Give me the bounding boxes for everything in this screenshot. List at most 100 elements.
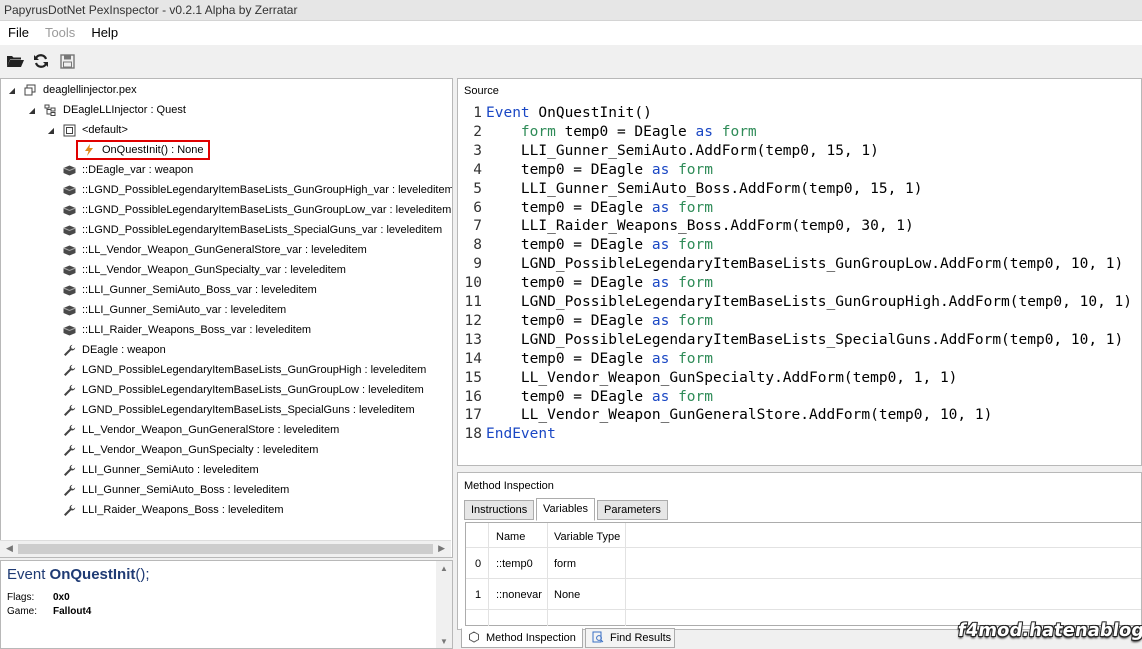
column-header-variable-type[interactable]: Variable Type (554, 531, 620, 543)
save-icon[interactable] (58, 52, 76, 70)
tree-label: ::LGND_PossibleLegendaryItemBaseLists_Gu… (82, 204, 452, 216)
title-bar: PapyrusDotNet PexInspector - v0.2.1 Alph… (0, 0, 1142, 21)
tree-label: ::LGND_PossibleLegendaryItemBaseLists_Gu… (82, 184, 453, 196)
tree-node-member[interactable]: ::LLI_Gunner_SemiAuto_var : leveleditem (62, 300, 286, 320)
code-token: EndEvent (486, 426, 556, 443)
tree-label: ::LL_Vendor_Weapon_GunSpecialty_var : le… (82, 264, 346, 276)
code-line: 16 temp0 = DEagle as form (458, 388, 713, 407)
tree-node-member[interactable]: ::LGND_PossibleLegendaryItemBaseLists_Gu… (62, 200, 451, 220)
tab-variables[interactable]: Variables (536, 498, 596, 521)
line-number: 8 (473, 237, 482, 254)
variable-name[interactable]: ::temp0 (496, 558, 533, 570)
tree-label: LLI_Gunner_SemiAuto_Boss : leveleditem (82, 484, 290, 496)
state-icon (62, 123, 76, 137)
tree-node-member[interactable]: ::LGND_PossibleLegendaryItemBaseLists_Gu… (62, 180, 453, 200)
scrollbar-thumb[interactable] (18, 544, 433, 554)
tab-find-results[interactable]: Find Results (585, 628, 675, 648)
code-line: 5 LLI_Gunner_SemiAuto_Boss.AddForm(temp0… (458, 180, 923, 199)
code-token: LGND_PossibleLegendaryItemBaseLists_Spec… (486, 331, 1124, 348)
scroll-down-icon[interactable]: ▼ (440, 637, 448, 646)
details-vertical-scrollbar[interactable]: ▲ ▼ (436, 561, 452, 648)
variable-type[interactable]: form (554, 558, 576, 570)
collapse-arrow-icon[interactable]: ◢ (7, 86, 17, 95)
collapse-arrow-icon[interactable]: ◢ (46, 126, 56, 135)
tree-node-member[interactable]: LLI_Raider_Weapons_Boss : leveleditem (62, 500, 284, 520)
tree-node-member[interactable]: DEagle : weapon (62, 340, 166, 360)
tree-label: LLI_Gunner_SemiAuto : leveleditem (82, 464, 259, 476)
code-token: temp0 = DEagle (486, 312, 652, 329)
column-header-name[interactable]: Name (496, 531, 525, 543)
code-line: 8 temp0 = DEagle as form (458, 236, 713, 255)
tree-label: LL_Vendor_Weapon_GunSpecialty : leveledi… (82, 444, 319, 456)
wrench-icon (62, 483, 76, 497)
tab-parameters[interactable]: Parameters (597, 500, 668, 520)
tree-node-member[interactable]: ::DEagle_var : weapon (62, 160, 193, 180)
method-inspection-panel: Method Inspection Instructions Variables… (457, 472, 1142, 630)
refresh-icon[interactable] (32, 52, 50, 70)
open-folder-icon[interactable] (6, 52, 24, 70)
tree-node-member[interactable]: LL_Vendor_Weapon_GunSpecialty : leveledi… (62, 440, 318, 460)
code-token: temp0 = DEagle (486, 237, 652, 254)
tree-node-member[interactable]: LLI_Gunner_SemiAuto : leveleditem (62, 460, 259, 480)
line-number: 9 (473, 256, 482, 273)
scroll-up-icon[interactable]: ▲ (440, 564, 448, 573)
method-signature: Event OnQuestInit(); (7, 566, 150, 583)
code-token: LLI_Gunner_SemiAuto_Boss.AddForm(temp0, … (486, 180, 923, 197)
tree-label: ::LLI_Raider_Weapons_Boss_var : leveledi… (82, 324, 312, 336)
tree-label: LGND_PossibleLegendaryItemBaseLists_GunG… (82, 384, 424, 396)
variable-type[interactable]: None (554, 589, 580, 601)
variables-grid: Name Variable Type 0 ::temp0 form 1 ::no… (465, 522, 1141, 626)
tree-label: OnQuestInit() : None (102, 144, 204, 156)
menu-file[interactable]: File (0, 21, 37, 45)
wrench-icon (62, 443, 76, 457)
menu-tools[interactable]: Tools (37, 21, 83, 45)
menu-help[interactable]: Help (83, 21, 126, 45)
code-line: 12 temp0 = DEagle as form (458, 312, 713, 331)
tree-node-member[interactable]: ::LL_Vendor_Weapon_GunGeneralStore_var :… (62, 240, 367, 260)
tree-node-member[interactable]: ::LGND_PossibleLegendaryItemBaseLists_Sp… (62, 220, 442, 240)
code-token: temp0 = DEagle (555, 123, 696, 140)
field-icon (62, 223, 76, 237)
flags-row: Flags: 0x0 (7, 592, 70, 603)
tree-node-member[interactable]: LGND_PossibleLegendaryItemBaseLists_Spec… (62, 400, 415, 420)
file-icon (23, 83, 37, 97)
tree-node-member[interactable]: ::LLI_Raider_Weapons_Boss_var : leveledi… (62, 320, 311, 340)
variable-name[interactable]: ::nonevar (496, 589, 542, 601)
tree-label: ::LLI_Gunner_SemiAuto_Boss_var : leveled… (82, 284, 317, 296)
code-line: 14 temp0 = DEagle as form (458, 350, 713, 369)
tree-node-state[interactable]: ◢ <default> (46, 120, 128, 140)
tree-node-member[interactable]: LGND_PossibleLegendaryItemBaseLists_GunG… (62, 360, 426, 380)
scroll-left-icon[interactable]: ◀ (6, 543, 13, 554)
find-icon (592, 631, 604, 646)
tree-node-member[interactable]: LL_Vendor_Weapon_GunGeneralStore : level… (62, 420, 339, 440)
tree-node-selected-method[interactable]: OnQuestInit() : None (76, 140, 210, 160)
tree-node-member[interactable]: ::LL_Vendor_Weapon_GunSpecialty_var : le… (62, 260, 346, 280)
code-line: 7 LLI_Raider_Weapons_Boss.AddForm(temp0,… (458, 217, 914, 236)
line-number: 16 (464, 388, 482, 405)
tree-label: deaglellinjector.pex (43, 84, 137, 96)
tree-node-class[interactable]: ◢ DEagleLLInjector : Quest (27, 100, 186, 120)
field-icon (62, 303, 76, 317)
tab-instructions[interactable]: Instructions (464, 500, 535, 520)
game-row: Game: Fallout4 (7, 606, 92, 617)
wrench-icon (62, 463, 76, 477)
code-token: LLI_Gunner_SemiAuto.AddForm(temp0, 15, 1… (486, 142, 879, 159)
code-token: temp0 = DEagle (486, 388, 652, 405)
tab-method-inspection[interactable]: Method Inspection (461, 628, 583, 648)
method-name: OnQuestInit (49, 566, 136, 583)
tree-node-member[interactable]: ::LLI_Gunner_SemiAuto_Boss_var : leveled… (62, 280, 317, 300)
code-line: 10 temp0 = DEagle as form (458, 274, 713, 293)
collapse-arrow-icon[interactable]: ◢ (27, 106, 37, 115)
method-inspection-title: Method Inspection (464, 480, 554, 492)
pex-tree: ◢ deaglellinjector.pex ◢ DEagleLLInjecto… (0, 78, 453, 558)
scroll-right-icon[interactable]: ▶ (438, 543, 445, 554)
tree-node-member[interactable]: LGND_PossibleLegendaryItemBaseLists_GunG… (62, 380, 424, 400)
tree-node-member[interactable]: LLI_Gunner_SemiAuto_Boss : leveleditem (62, 480, 289, 500)
code-line: 13 LGND_PossibleLegendaryItemBaseLists_S… (458, 331, 1124, 350)
tree-horizontal-scrollbar[interactable]: ◀ ▶ (0, 540, 451, 557)
watermark-logo: f4mod.hatenablog.com (956, 620, 1142, 641)
tree-node-root[interactable]: ◢ deaglellinjector.pex (7, 80, 137, 100)
lightning-icon (82, 143, 96, 157)
code-token: as (651, 161, 670, 178)
tree-label: ::LL_Vendor_Weapon_GunGeneralStore_var :… (82, 244, 367, 256)
